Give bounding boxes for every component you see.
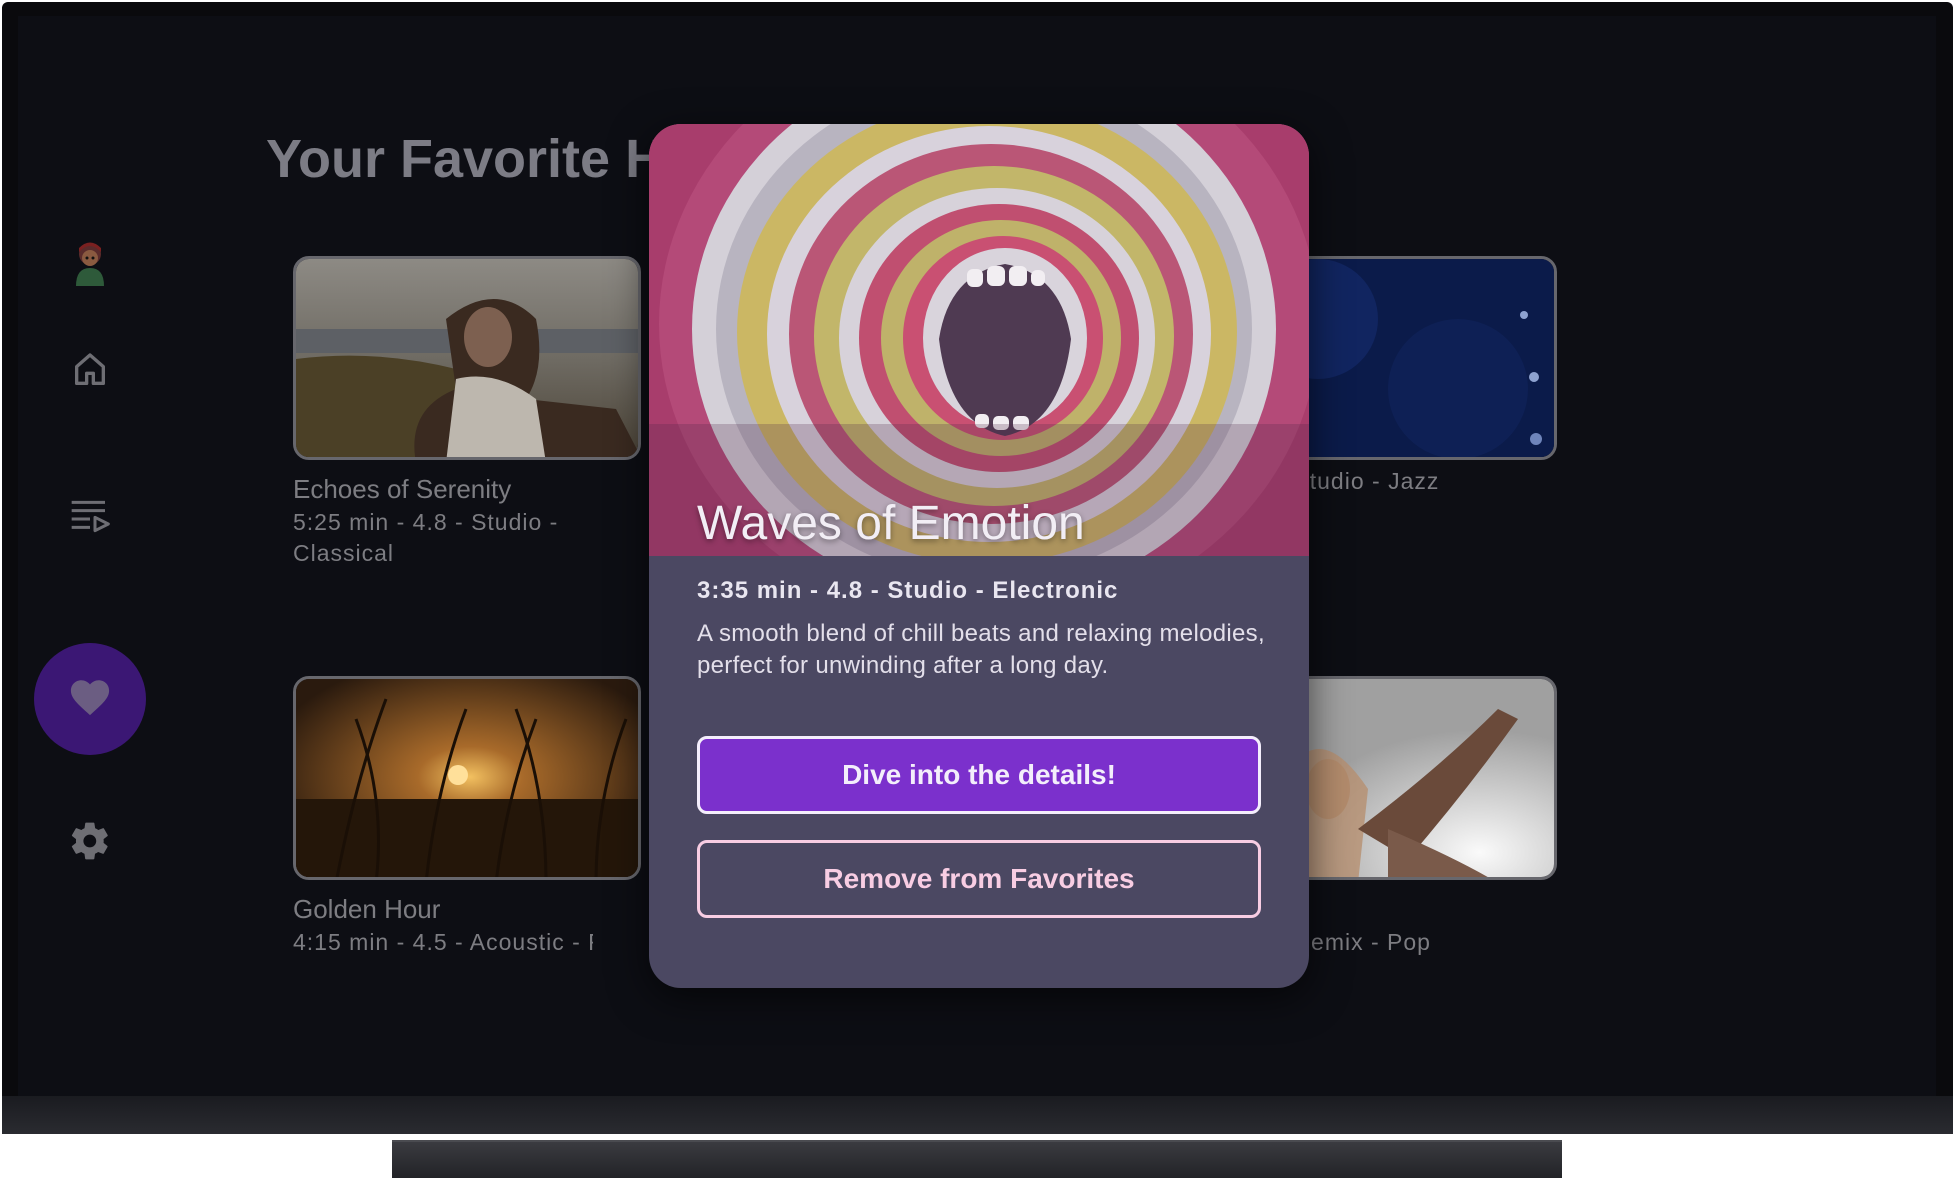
dialog-description: A smooth blend of chill beats and relaxi… [697,620,1265,679]
dive-into-details-button[interactable]: Dive into the details! [697,736,1261,814]
remove-from-favorites-button[interactable]: Remove from Favorites [697,840,1261,918]
dialog-hero-image [649,124,1309,556]
dialog-meta: 3:35 min - 4.8 - Studio - Electronic [697,577,1119,604]
tv-chin [2,1096,1953,1134]
song-details-dialog: Waves of Emotion 3:35 min - 4.8 - Studio… [649,124,1309,988]
tv-screen: Your Favorite H Echoes of Serenity 5:25 … [18,16,1936,1096]
tv-stand [392,1140,1562,1178]
dialog-title: Waves of Emotion [697,497,1085,550]
